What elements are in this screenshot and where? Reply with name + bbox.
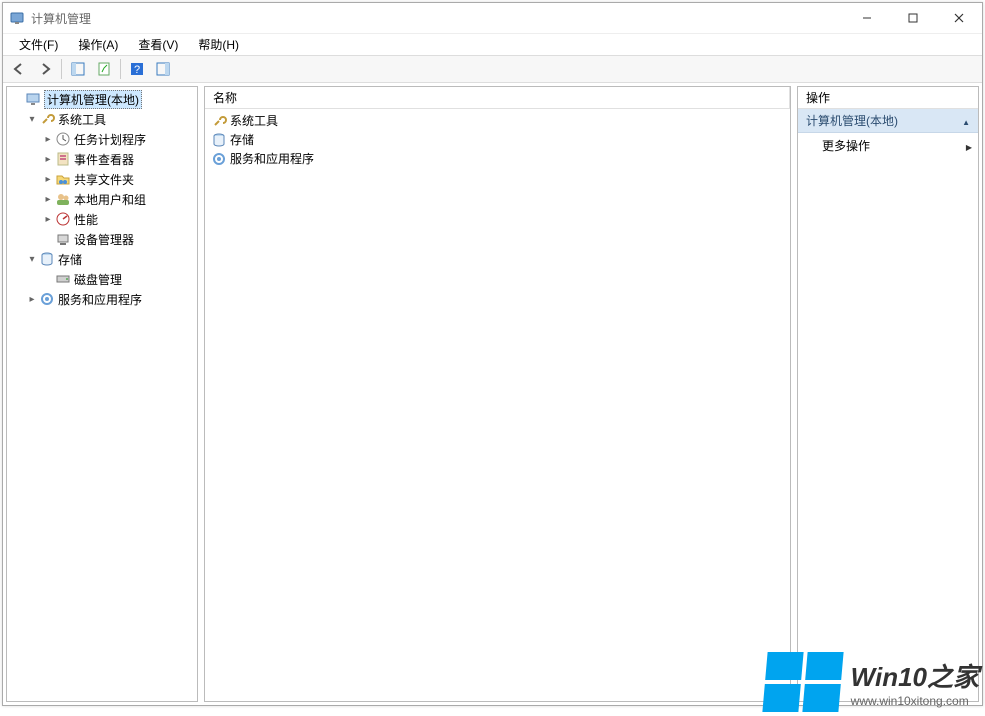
- expander-icon[interactable]: ▸: [41, 214, 55, 225]
- tree-event-viewer[interactable]: ▸ 事件查看器: [7, 149, 197, 169]
- client-area: 计算机管理(本地) ▾ 系统工具 ▸ 任务计划程序: [3, 83, 982, 705]
- tree-label: 系统工具: [58, 111, 106, 128]
- services-icon: [39, 291, 55, 307]
- help-button[interactable]: ?: [125, 58, 149, 80]
- tools-icon: [211, 113, 227, 129]
- chevron-right-icon: [966, 139, 972, 153]
- list-item[interactable]: 服务和应用程序: [209, 149, 786, 168]
- tree-label: 计算机管理(本地): [47, 93, 139, 107]
- menu-bar: 文件(F) 操作(A) 查看(V) 帮助(H): [3, 33, 982, 55]
- tree[interactable]: 计算机管理(本地) ▾ 系统工具 ▸ 任务计划程序: [7, 87, 197, 311]
- clock-icon: [55, 131, 71, 147]
- expander-icon[interactable]: ▸: [41, 194, 55, 205]
- properties-button[interactable]: [92, 58, 116, 80]
- shared-folder-icon: [55, 171, 71, 187]
- show-hide-action-pane-button[interactable]: [151, 58, 175, 80]
- maximize-button[interactable]: [890, 3, 936, 33]
- tree-device-manager[interactable]: 设备管理器: [7, 229, 197, 249]
- actions-item-label: 更多操作: [822, 137, 870, 154]
- tree-disk-management[interactable]: 磁盘管理: [7, 269, 197, 289]
- collapse-icon: [962, 114, 970, 128]
- tree-services-apps[interactable]: ▸ 服务和应用程序: [7, 289, 197, 309]
- tree-storage[interactable]: ▾ 存储: [7, 249, 197, 269]
- tree-label: 事件查看器: [74, 151, 134, 168]
- device-icon: [55, 231, 71, 247]
- svg-text:?: ?: [134, 64, 140, 76]
- tree-performance[interactable]: ▸ 性能: [7, 209, 197, 229]
- menu-file[interactable]: 文件(F): [9, 34, 68, 55]
- tree-system-tools[interactable]: ▾ 系统工具: [7, 109, 197, 129]
- minimize-button[interactable]: [844, 3, 890, 33]
- tree-shared-folders[interactable]: ▸ 共享文件夹: [7, 169, 197, 189]
- column-name[interactable]: 名称: [205, 87, 790, 108]
- tree-label: 共享文件夹: [74, 171, 134, 188]
- menu-help[interactable]: 帮助(H): [188, 34, 249, 55]
- expander-icon[interactable]: ▾: [25, 114, 39, 125]
- tree-local-users[interactable]: ▸ 本地用户和组: [7, 189, 197, 209]
- expander-icon[interactable]: ▸: [41, 154, 55, 165]
- forward-button[interactable]: [33, 58, 57, 80]
- app-icon: [9, 10, 25, 26]
- computer-icon: [25, 91, 41, 107]
- window-controls: [844, 3, 982, 33]
- services-icon: [211, 151, 227, 167]
- tools-icon: [39, 111, 55, 127]
- titlebar: 计算机管理: [3, 3, 982, 33]
- list-body: 系统工具 存储 服务和应用程序: [205, 109, 790, 170]
- list-header: 名称: [205, 87, 790, 109]
- tree-label: 任务计划程序: [74, 131, 146, 148]
- list-item[interactable]: 存储: [209, 130, 786, 149]
- app-window: 计算机管理 文件(F) 操作(A) 查看(V) 帮助(H): [2, 2, 983, 706]
- tree-root[interactable]: 计算机管理(本地): [7, 89, 197, 109]
- list-pane: 名称 系统工具 存储: [204, 86, 791, 702]
- list-item[interactable]: 系统工具: [209, 111, 786, 130]
- tree-label: 设备管理器: [74, 231, 134, 248]
- expander-icon[interactable]: ▸: [41, 174, 55, 185]
- back-button[interactable]: [7, 58, 31, 80]
- tree-pane: 计算机管理(本地) ▾ 系统工具 ▸ 任务计划程序: [6, 86, 198, 702]
- storage-icon: [211, 132, 227, 148]
- disk-icon: [55, 271, 71, 287]
- tree-label: 本地用户和组: [74, 191, 146, 208]
- menu-view[interactable]: 查看(V): [128, 34, 188, 55]
- tree-task-scheduler[interactable]: ▸ 任务计划程序: [7, 129, 197, 149]
- expander-icon[interactable]: ▾: [25, 254, 39, 265]
- storage-icon: [39, 251, 55, 267]
- close-button[interactable]: [936, 3, 982, 33]
- actions-group-title[interactable]: 计算机管理(本地): [798, 109, 978, 133]
- actions-group-label: 计算机管理(本地): [806, 112, 898, 129]
- toolbar: ?: [3, 55, 982, 83]
- tree-label: 磁盘管理: [74, 271, 122, 288]
- window-title: 计算机管理: [31, 10, 91, 27]
- users-icon: [55, 191, 71, 207]
- actions-more[interactable]: 更多操作: [798, 133, 978, 158]
- menu-action[interactable]: 操作(A): [68, 34, 128, 55]
- tree-label: 存储: [58, 251, 82, 268]
- actions-pane: 操作 计算机管理(本地) 更多操作: [797, 86, 979, 702]
- toolbar-separator: [120, 59, 121, 79]
- performance-icon: [55, 211, 71, 227]
- tree-label: 服务和应用程序: [58, 291, 142, 308]
- actions-header: 操作: [798, 87, 978, 109]
- event-log-icon: [55, 151, 71, 167]
- expander-icon[interactable]: ▸: [41, 134, 55, 145]
- list-item-label: 系统工具: [230, 112, 278, 129]
- show-hide-tree-button[interactable]: [66, 58, 90, 80]
- list-item-label: 服务和应用程序: [230, 150, 314, 167]
- list-item-label: 存储: [230, 131, 254, 148]
- expander-icon[interactable]: ▸: [25, 294, 39, 305]
- tree-label: 性能: [74, 211, 98, 228]
- toolbar-separator: [61, 59, 62, 79]
